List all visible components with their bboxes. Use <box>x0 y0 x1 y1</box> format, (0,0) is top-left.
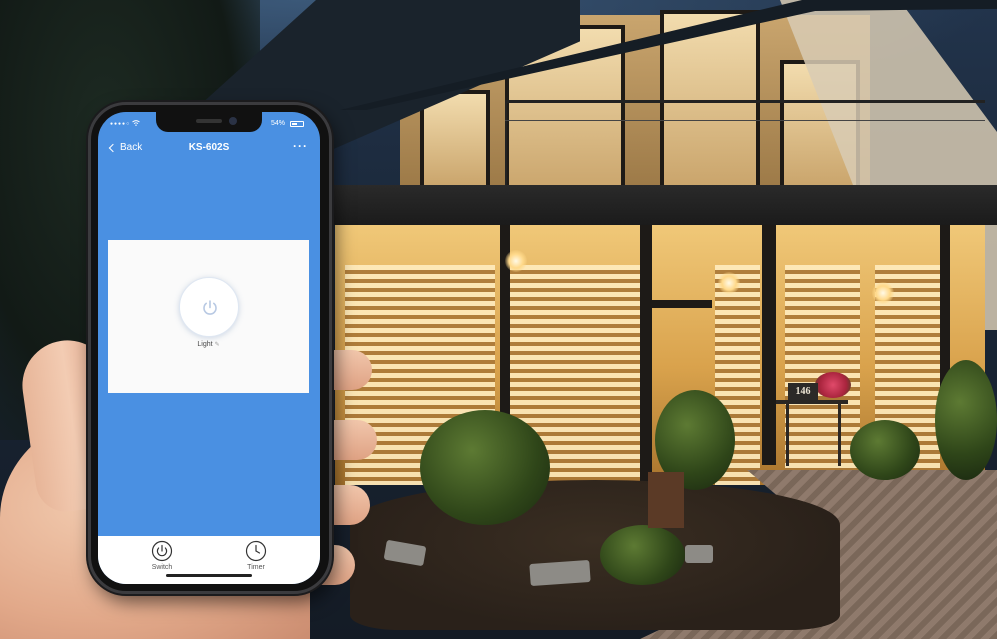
switch-name: Light <box>197 341 213 348</box>
battery-icon <box>290 121 304 127</box>
wall-lamp <box>718 272 740 294</box>
switch-panel: Light ✎ <box>108 240 309 393</box>
patio-table-leg <box>838 404 841 466</box>
garden-planter <box>648 472 684 528</box>
switch-label[interactable]: Light ✎ <box>108 341 309 348</box>
tab-timer-label: Timer <box>247 564 265 571</box>
flower-pot <box>815 372 851 398</box>
patio-table-leg <box>786 404 789 466</box>
phone-screen: ●●●●○ 54% Back KS-602S ··· Light ✎ Switc… <box>98 112 320 584</box>
power-icon <box>151 540 173 562</box>
home-indicator <box>166 574 252 577</box>
floor-slab <box>330 185 997 225</box>
stepping-stone <box>529 559 591 587</box>
tab-switch[interactable]: Switch <box>132 540 192 571</box>
column <box>762 225 776 465</box>
stepping-stone <box>685 545 713 563</box>
balcony-railing-bar <box>505 120 985 121</box>
door-frame <box>652 300 712 308</box>
edit-icon[interactable]: ✎ <box>215 342 220 348</box>
tab-switch-label: Switch <box>151 564 173 571</box>
column <box>640 225 652 485</box>
tab-timer[interactable]: Timer <box>226 540 286 571</box>
navigation-bar: Back KS-602S ··· <box>98 138 320 160</box>
wall-lamp <box>872 282 894 304</box>
shrub <box>850 420 920 480</box>
more-options-button[interactable]: ··· <box>293 139 308 153</box>
power-icon <box>203 300 217 315</box>
battery-percentage: 54% <box>271 120 286 127</box>
device-title: KS-602S <box>188 142 230 153</box>
light-power-button[interactable] <box>179 277 239 337</box>
shrub <box>600 525 685 585</box>
shrub <box>420 410 550 525</box>
wifi-icon <box>132 120 140 128</box>
clock-icon <box>245 540 267 562</box>
signal-icon: ●●●●○ <box>110 121 131 127</box>
house-number-sign: 146 <box>788 383 818 401</box>
wall-lamp <box>505 250 527 272</box>
shrub <box>935 360 997 480</box>
status-bar: ●●●●○ 54% <box>98 112 320 134</box>
